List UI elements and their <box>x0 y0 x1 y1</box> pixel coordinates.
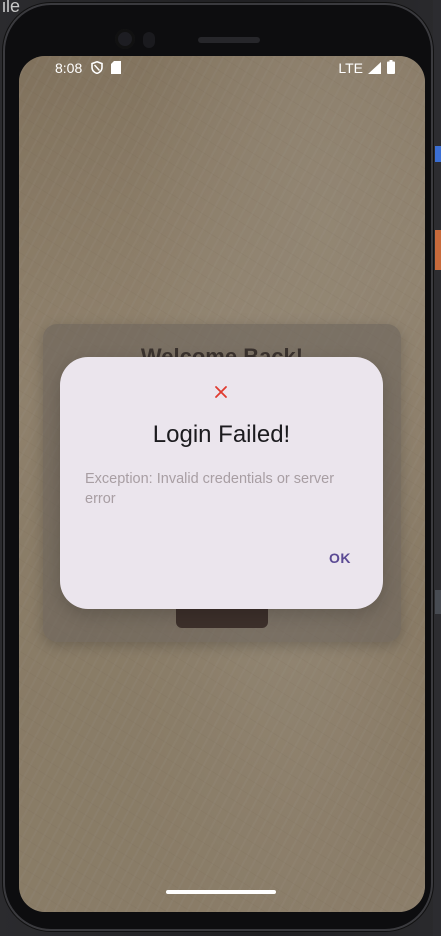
proximity-sensor <box>143 32 155 48</box>
sd-card-icon <box>111 61 121 74</box>
dialog-title: Login Failed! <box>152 421 291 448</box>
ok-button[interactable]: OK <box>329 550 351 566</box>
battery-icon <box>387 60 395 74</box>
status-bar: 8:08 LTE <box>19 56 425 82</box>
dialog-message: Exception: Invalid credentials or server… <box>85 471 335 507</box>
error-dialog: Login Failed! Exception: Invalid credent… <box>60 357 383 609</box>
phone-frame: Welcome Back! 8:08 LTE <box>3 3 433 931</box>
network-type: LTE <box>338 60 363 76</box>
close-icon <box>215 386 227 398</box>
home-indicator[interactable] <box>166 890 276 894</box>
shield-icon <box>91 61 103 74</box>
edge-mark <box>435 146 441 162</box>
edge-mark <box>435 590 441 614</box>
edge-mark <box>435 230 441 270</box>
front-camera <box>115 29 135 49</box>
earpiece-speaker <box>198 37 260 43</box>
edge-window-text: ile <box>2 0 21 16</box>
signal-icon <box>368 62 381 74</box>
phone-screen: Welcome Back! 8:08 LTE <box>19 56 425 912</box>
status-time: 8:08 <box>55 60 83 76</box>
edge-strip-right <box>433 0 441 936</box>
